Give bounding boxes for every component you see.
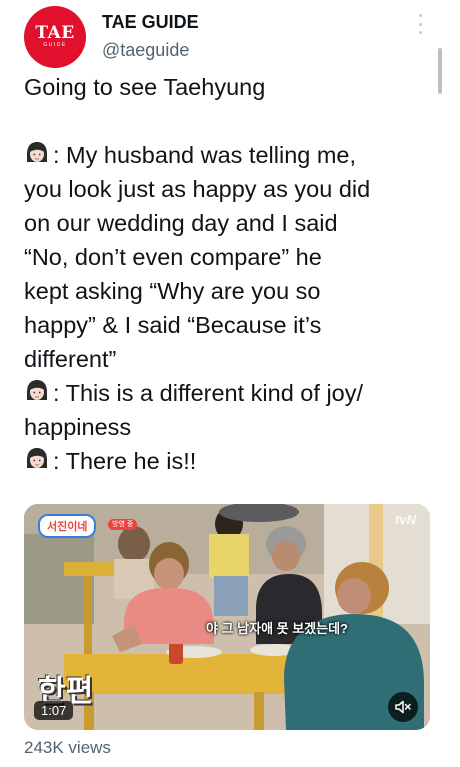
woman-emoji-icon	[27, 448, 47, 468]
tweet-text: Going to see Taehyung : My husband was t…	[24, 70, 434, 478]
woman-emoji-icon	[27, 380, 47, 400]
mute-button[interactable]	[388, 692, 418, 722]
view-count: 243K views	[24, 738, 111, 757]
avatar-logo-text: TAE	[35, 23, 75, 43]
tweet-line: : There he is!!	[24, 444, 434, 478]
tweet-line: “No, don’t even compare” he	[24, 244, 322, 270]
tweet-line: on our wedding day and I said	[24, 210, 338, 236]
tweet-line-text: : This is a different kind of joy/	[53, 380, 364, 406]
scrollbar[interactable]	[438, 48, 442, 94]
tweet-line: : This is a different kind of joy/	[24, 376, 434, 410]
tweet-line: happiness	[24, 414, 132, 440]
display-name[interactable]: TAE GUIDE	[102, 12, 199, 33]
show-badge: 방영 중	[108, 519, 138, 530]
tweet-line-text: : There he is!!	[53, 448, 197, 474]
channel-logo: tvN	[395, 512, 416, 527]
tweet-line: different”	[24, 346, 117, 372]
speaker-muted-icon	[395, 700, 411, 714]
video-subtitle: 야 그 남자애 못 보겠는데?	[206, 621, 348, 636]
avatar-logo-subtext: GUIDE	[43, 42, 67, 48]
video-duration: 1:07	[34, 701, 74, 720]
tweet-line-text: : My husband was telling me,	[53, 142, 357, 168]
tweet-line: kept asking “Why are you so	[24, 278, 321, 304]
tweet-header: TAE GUIDE TAE GUIDE @taeguide	[0, 0, 460, 72]
woman-emoji-icon	[27, 142, 47, 162]
video-player[interactable]: 서진이네 방영 중 tvN 야 그 남자애 못 보겠는데? 한편 1:07	[24, 504, 430, 730]
tweet-line: you look just as happy as you did	[24, 176, 371, 202]
tweet-line: Going to see Taehyung	[24, 74, 266, 100]
tweet-line: : My husband was telling me,	[24, 138, 434, 172]
more-vertical-icon[interactable]	[412, 12, 428, 36]
show-logo: 서진이네	[38, 514, 97, 538]
user-handle[interactable]: @taeguide	[102, 40, 189, 61]
avatar[interactable]: TAE GUIDE	[24, 6, 86, 68]
tweet-line: happy” & I said “Because it’s	[24, 312, 322, 338]
